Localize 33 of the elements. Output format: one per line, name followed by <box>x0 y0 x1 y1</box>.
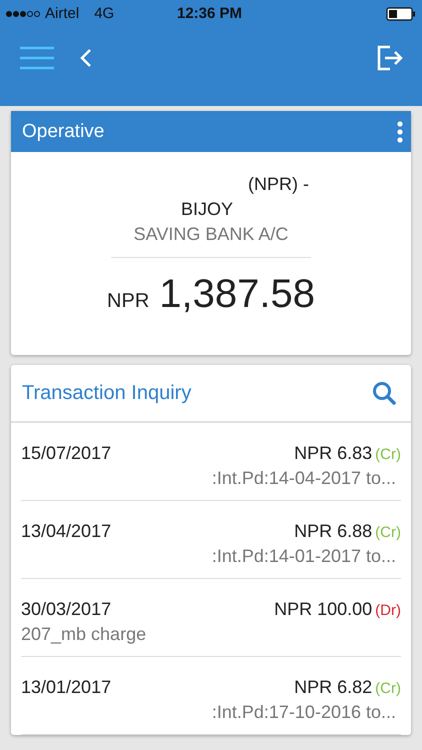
balance-currency: NPR <box>107 290 150 313</box>
more-options-icon[interactable] <box>397 120 403 142</box>
battery-icon <box>386 6 416 20</box>
clock-time: 12:36 PM <box>177 5 242 22</box>
transaction-inquiry-title: Transaction Inquiry <box>22 382 192 404</box>
account-type: SAVING BANK A/C <box>134 224 288 245</box>
transaction-date: 13/04/2017 <box>21 521 112 542</box>
logout-icon[interactable] <box>376 45 404 71</box>
search-icon[interactable] <box>372 381 396 405</box>
transaction-date: 30/03/2017 <box>21 599 112 620</box>
transaction-description: :Int.Pd:14-01-2017 to... <box>210 546 397 567</box>
transaction-type: (Cr) <box>375 680 401 697</box>
balance-amount: 1,387.58 <box>159 272 315 317</box>
carrier-name: Airtel <box>45 5 80 22</box>
transaction-description: :Int.Pd:17-10-2016 to... <box>210 702 397 723</box>
transaction-amount: NPR 6.83 <box>294 443 372 464</box>
transaction-date: 15/07/2017 <box>21 443 112 464</box>
menu-icon[interactable] <box>20 46 54 70</box>
account-title: Operative <box>22 120 104 142</box>
transaction-description: 207_mb charge <box>21 624 148 645</box>
transaction-amount: NPR 100.00 <box>274 599 372 620</box>
transaction-type: (Dr) <box>375 602 401 619</box>
transaction-description: :Int.Pd:14-04-2017 to... <box>210 468 397 489</box>
signal-icon <box>6 10 40 16</box>
transaction-amount: NPR 6.82 <box>294 677 372 698</box>
transaction-type: (Cr) <box>375 524 401 541</box>
account-holder-name: BIJOY <box>180 199 233 220</box>
transaction-date: 13/01/2017 <box>21 677 112 698</box>
network-type: 4G <box>94 5 114 22</box>
transaction-type: (Cr) <box>375 446 401 463</box>
transaction-amount: NPR 6.88 <box>294 521 372 542</box>
account-currency: (NPR) - <box>248 174 309 195</box>
back-icon[interactable] <box>80 48 92 68</box>
